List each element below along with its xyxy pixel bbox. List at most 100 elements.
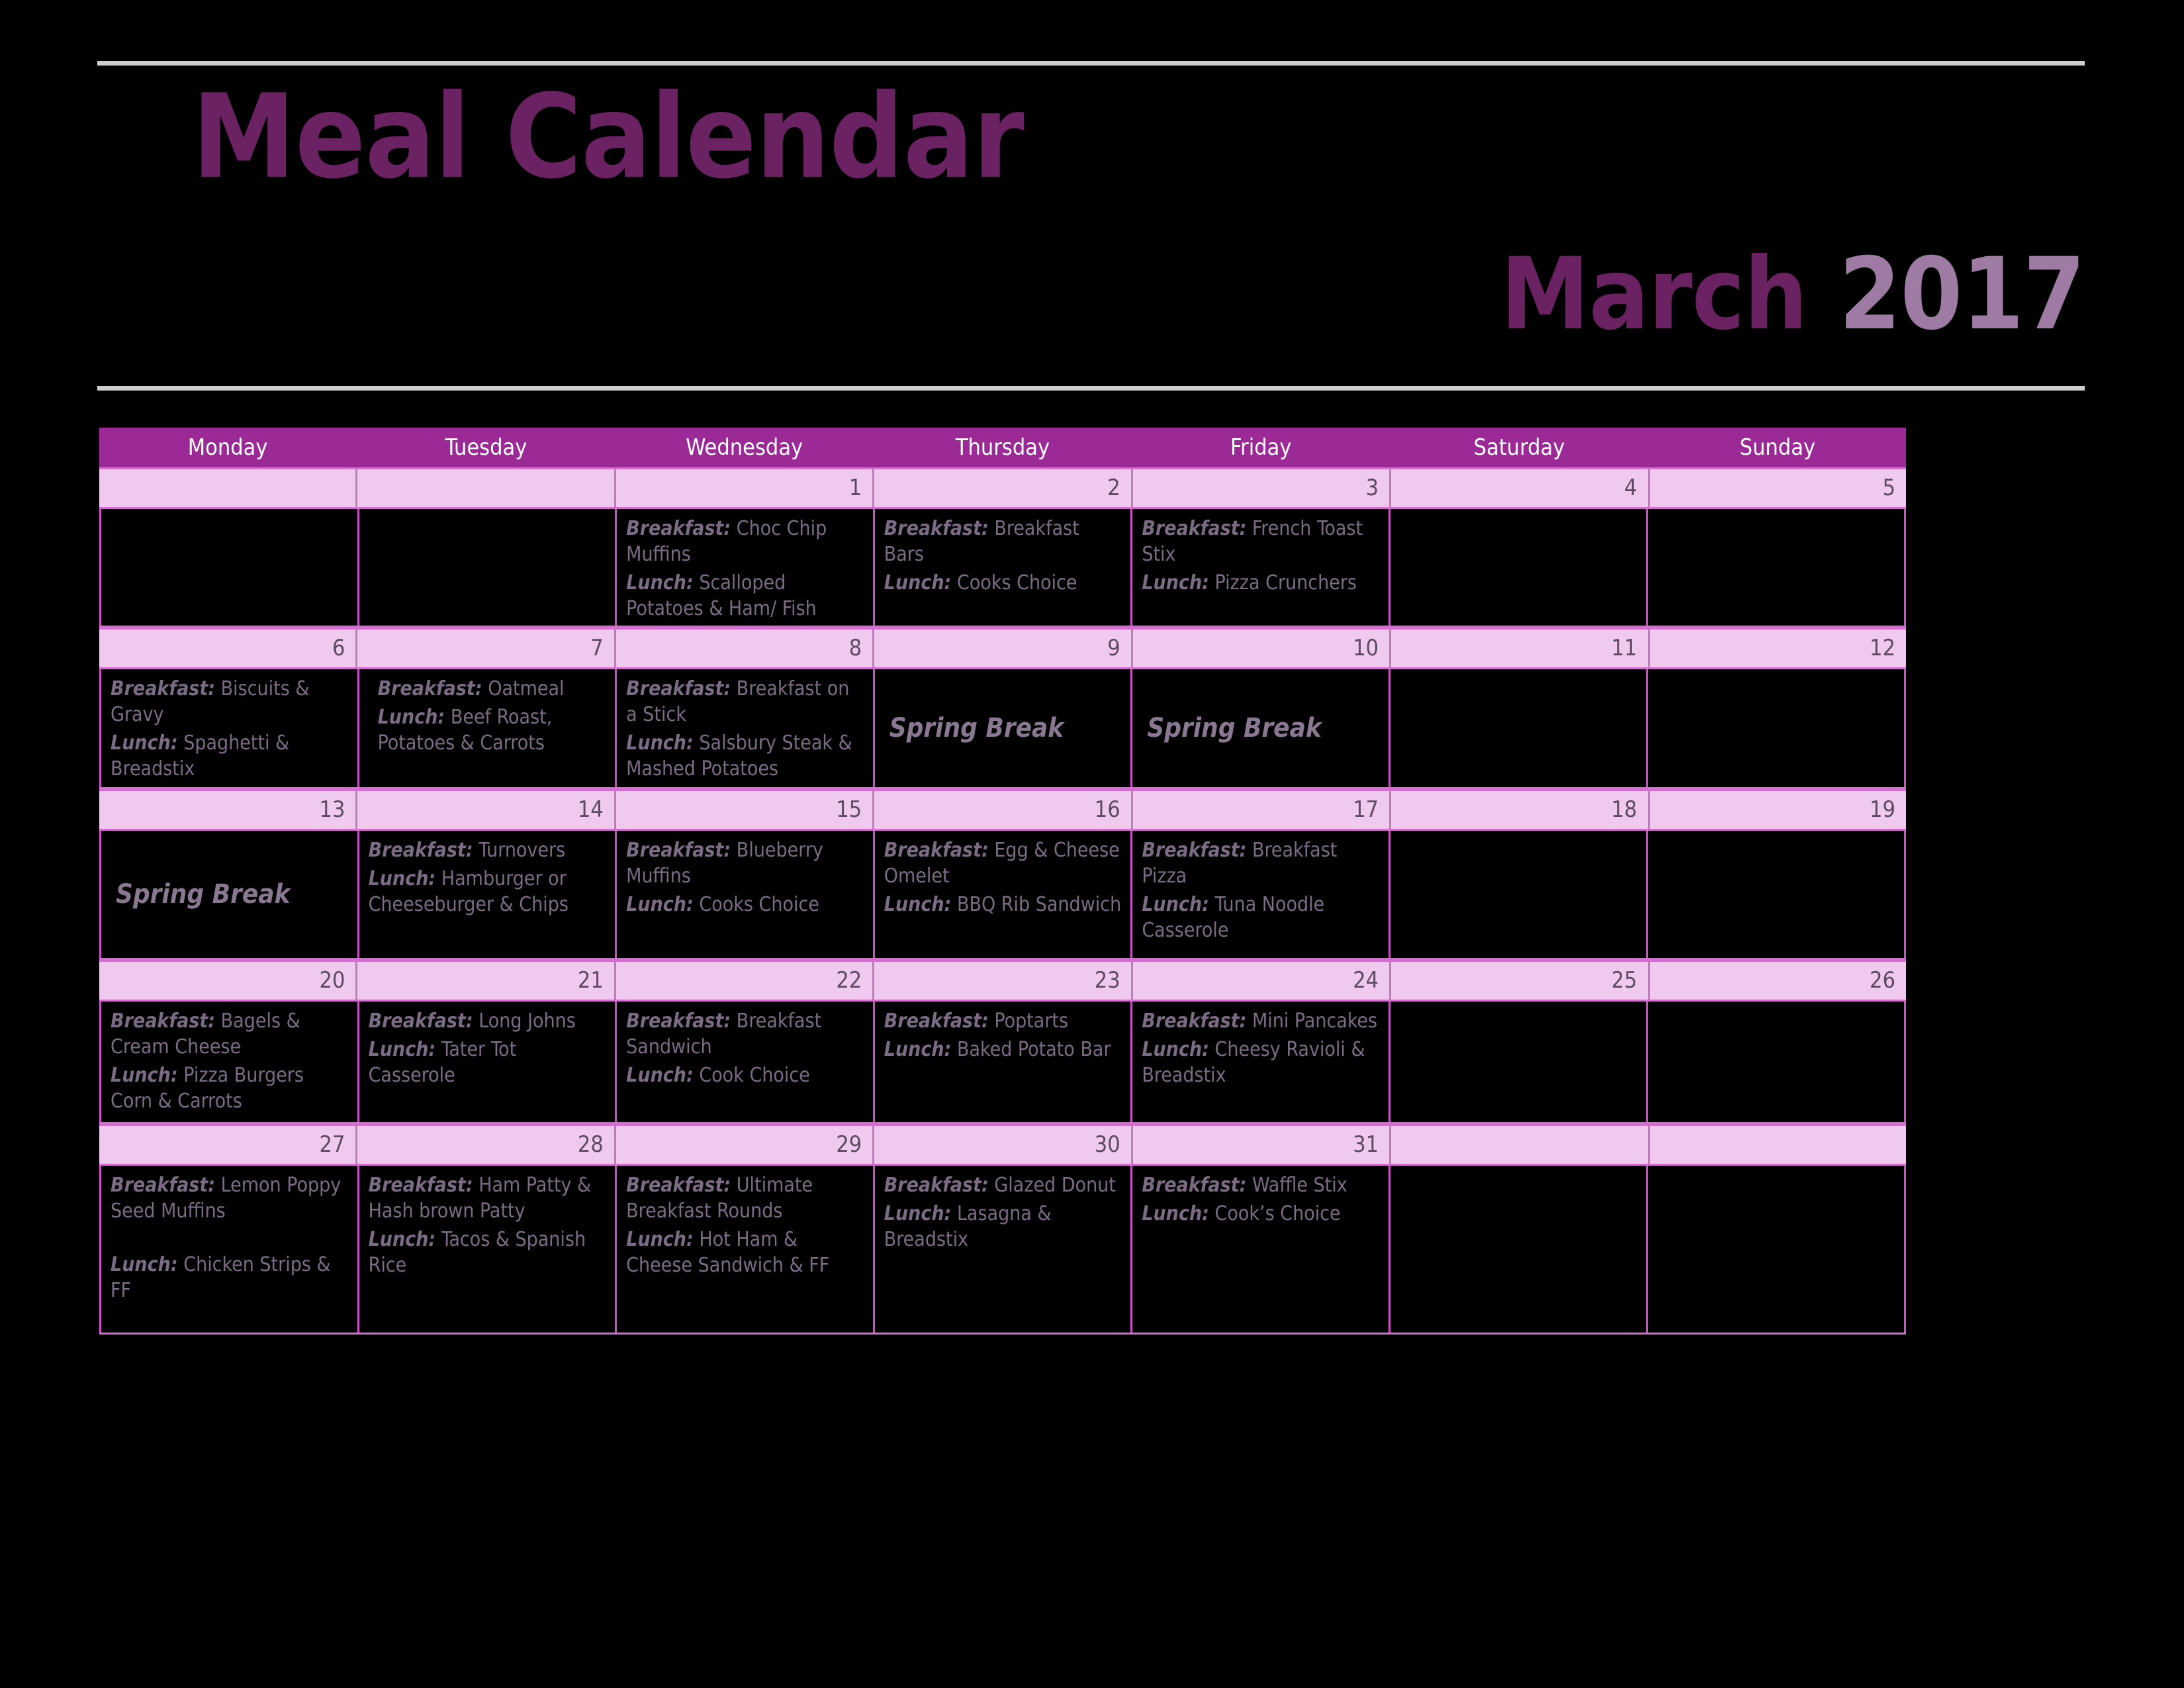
date-number-13[interactable]: 13	[99, 791, 358, 829]
weekday-header-monday: Monday	[99, 428, 358, 467]
date-number-14[interactable]: 14	[357, 791, 616, 829]
day-cell-7[interactable]: Breakfast: Oatmeal Lunch: Beef Roast, Pot…	[359, 669, 617, 787]
date-number-19[interactable]: 19	[1650, 791, 1906, 829]
day-cell-9[interactable]: Spring Break	[875, 669, 1133, 787]
date-number-7[interactable]: 7	[357, 630, 616, 667]
day-cell-6[interactable]: Breakfast: Biscuits & Gravy Lunch: Spaghe…	[99, 669, 359, 787]
day-cell-empty[interactable]	[1390, 1166, 1649, 1333]
day-cell-8[interactable]: Breakfast: Breakfast on a Stick Lunch: Sa…	[617, 669, 875, 787]
breakfast-value: Mini Pancakes	[1251, 1009, 1378, 1033]
day-cell-empty[interactable]	[99, 509, 359, 626]
date-number-23[interactable]: 23	[874, 962, 1133, 1000]
date-number-10[interactable]: 10	[1133, 630, 1392, 667]
day-cell-empty[interactable]	[1648, 509, 1907, 626]
weekday-header-wednesday: Wednesday	[616, 428, 874, 467]
breakfast-label: Breakfast:	[1142, 517, 1247, 540]
lunch-label: Lunch:	[1142, 1202, 1209, 1225]
date-number-row: 6 7 8 9 10 11 12	[99, 628, 1906, 669]
lunch-label: Lunch:	[884, 571, 952, 594]
date-number-6[interactable]: 6	[99, 630, 358, 667]
date-number-25[interactable]: 25	[1391, 962, 1650, 1000]
breakfast-label: Breakfast:	[626, 839, 731, 862]
day-cell-24[interactable]: Breakfast: Mini Pancakes Lunch: Cheesy Ra…	[1132, 1002, 1390, 1122]
date-number-blank[interactable]	[99, 469, 358, 507]
date-number-26[interactable]: 26	[1650, 962, 1906, 1000]
day-cell-15[interactable]: Breakfast: Blueberry Muffins Lunch: Cooks…	[617, 831, 875, 958]
day-cell-empty[interactable]	[1648, 1002, 1907, 1122]
day-cell-16[interactable]: Breakfast: Egg & Cheese Omelet Lunch: BBQ…	[875, 831, 1133, 958]
breakfast-entry: Breakfast: Oatmeal	[369, 676, 608, 702]
date-number-17[interactable]: 17	[1133, 791, 1392, 829]
lunch-entry: Lunch: Pizza Burgers Corn & Carrots	[111, 1062, 349, 1114]
day-cell-14[interactable]: Breakfast: Turnovers Lunch: Hamburger or …	[359, 831, 617, 958]
day-cell-2[interactable]: Breakfast: Breakfast Bars Lunch: Cooks Ch…	[875, 509, 1133, 626]
lunch-label: Lunch:	[884, 893, 952, 916]
day-cell-empty[interactable]	[1648, 831, 1907, 958]
day-cell-20[interactable]: Breakfast: Bagels & Cream Cheese Lunch: P…	[99, 1002, 359, 1122]
day-cell-28[interactable]: Breakfast: Ham Patty & Hash brown Patty L…	[359, 1166, 617, 1333]
day-cell-10[interactable]: Spring Break	[1132, 669, 1390, 787]
day-cell-23[interactable]: Breakfast: Poptarts Lunch: Baked Potato B…	[875, 1002, 1133, 1122]
day-cell-empty[interactable]	[1390, 1002, 1649, 1122]
date-number-24[interactable]: 24	[1133, 962, 1392, 1000]
day-cell-30[interactable]: Breakfast: Glazed Donut Lunch: Lasagna & …	[875, 1166, 1133, 1333]
date-number-blank[interactable]	[1391, 1126, 1650, 1164]
day-cell-22[interactable]: Breakfast: Breakfast Sandwich Lunch: Cook…	[617, 1002, 875, 1122]
header-divider-rule	[97, 386, 2085, 391]
breakfast-label: Breakfast:	[884, 1174, 989, 1197]
date-number-28[interactable]: 28	[357, 1126, 616, 1164]
date-number-30[interactable]: 30	[874, 1126, 1133, 1164]
lunch-entry: Lunch: Chicken Strips & FF	[111, 1252, 349, 1303]
day-cell-27[interactable]: Breakfast: Lemon Poppy Seed Muffins Lunch…	[99, 1166, 359, 1333]
lunch-value: Cooks Choice	[956, 571, 1077, 594]
day-cell-31[interactable]: Breakfast: Waffle Stix Lunch: Cook’s Choi…	[1132, 1166, 1390, 1333]
date-number-blank[interactable]	[357, 469, 616, 507]
weekday-header-sunday: Sunday	[1739, 434, 1816, 461]
day-cell-empty[interactable]	[1390, 509, 1649, 626]
date-number-11[interactable]: 11	[1391, 630, 1650, 667]
day-cell-empty[interactable]	[1390, 831, 1649, 958]
date-number-blank[interactable]	[1650, 1126, 1906, 1164]
breakfast-entry: Breakfast: Choc Chip Muffins	[626, 516, 865, 567]
date-number-20[interactable]: 20	[99, 962, 358, 1000]
week-content-row: Breakfast: Choc Chip Muffins Lunch: Scall…	[99, 509, 1907, 628]
day-cell-17[interactable]: Breakfast: Breakfast Pizza Lunch: Tuna No…	[1132, 831, 1390, 958]
day-cell-empty[interactable]	[1648, 669, 1907, 787]
date-number-22[interactable]: 22	[616, 962, 875, 1000]
date-number-8[interactable]: 8	[616, 630, 875, 667]
day-cell-29[interactable]: Breakfast: Ultimate Breakfast Rounds Lunc…	[617, 1166, 875, 1333]
date-number-1[interactable]: 1	[616, 469, 875, 507]
date-number-3[interactable]: 3	[1133, 469, 1392, 507]
page-title: Meal Calendar	[192, 70, 1024, 205]
date-number-5[interactable]: 5	[1650, 469, 1906, 507]
breakfast-value: Waffle Stix	[1251, 1174, 1347, 1197]
day-cell-empty[interactable]	[1390, 669, 1649, 787]
day-cell-1[interactable]: Breakfast: Choc Chip Muffins Lunch: Scall…	[617, 509, 875, 626]
breakfast-label: Breakfast:	[884, 517, 989, 540]
breakfast-label: Breakfast:	[368, 1009, 473, 1033]
day-cell-empty[interactable]	[359, 509, 617, 626]
lunch-label: Lunch:	[111, 731, 178, 755]
lunch-value: Cooks Choice	[699, 893, 819, 916]
lunch-entry: Lunch: Baked Potato Bar	[884, 1037, 1123, 1062]
day-cell-21[interactable]: Breakfast: Long Johns Lunch: Tater Tot Ca…	[359, 1002, 617, 1122]
date-number-31[interactable]: 31	[1133, 1126, 1392, 1164]
date-number-16[interactable]: 16	[874, 791, 1133, 829]
date-number-4[interactable]: 4	[1391, 469, 1650, 507]
lunch-entry: Lunch: Pizza Crunchers	[1142, 570, 1381, 596]
breakfast-label: Breakfast:	[626, 517, 731, 540]
date-number-15[interactable]: 15	[616, 791, 875, 829]
date-number-27[interactable]: 27	[99, 1126, 358, 1164]
date-number-12[interactable]: 12	[1650, 630, 1906, 667]
day-cell-empty[interactable]	[1648, 1166, 1907, 1333]
breakfast-label: Breakfast:	[368, 1174, 473, 1197]
day-cell-3[interactable]: Breakfast: French Toast Stix Lunch: Pizza…	[1132, 509, 1390, 626]
date-number-2[interactable]: 2	[874, 469, 1133, 507]
date-number-9[interactable]: 9	[874, 630, 1133, 667]
year-label: 2017	[1839, 237, 2085, 352]
date-number-29[interactable]: 29	[616, 1126, 875, 1164]
date-number-18[interactable]: 18	[1391, 791, 1650, 829]
day-cell-13[interactable]: Spring Break	[99, 831, 359, 958]
date-number-21[interactable]: 21	[357, 962, 616, 1000]
lunch-entry: Lunch: Hot Ham & Cheese Sandwich & FF	[626, 1227, 865, 1278]
